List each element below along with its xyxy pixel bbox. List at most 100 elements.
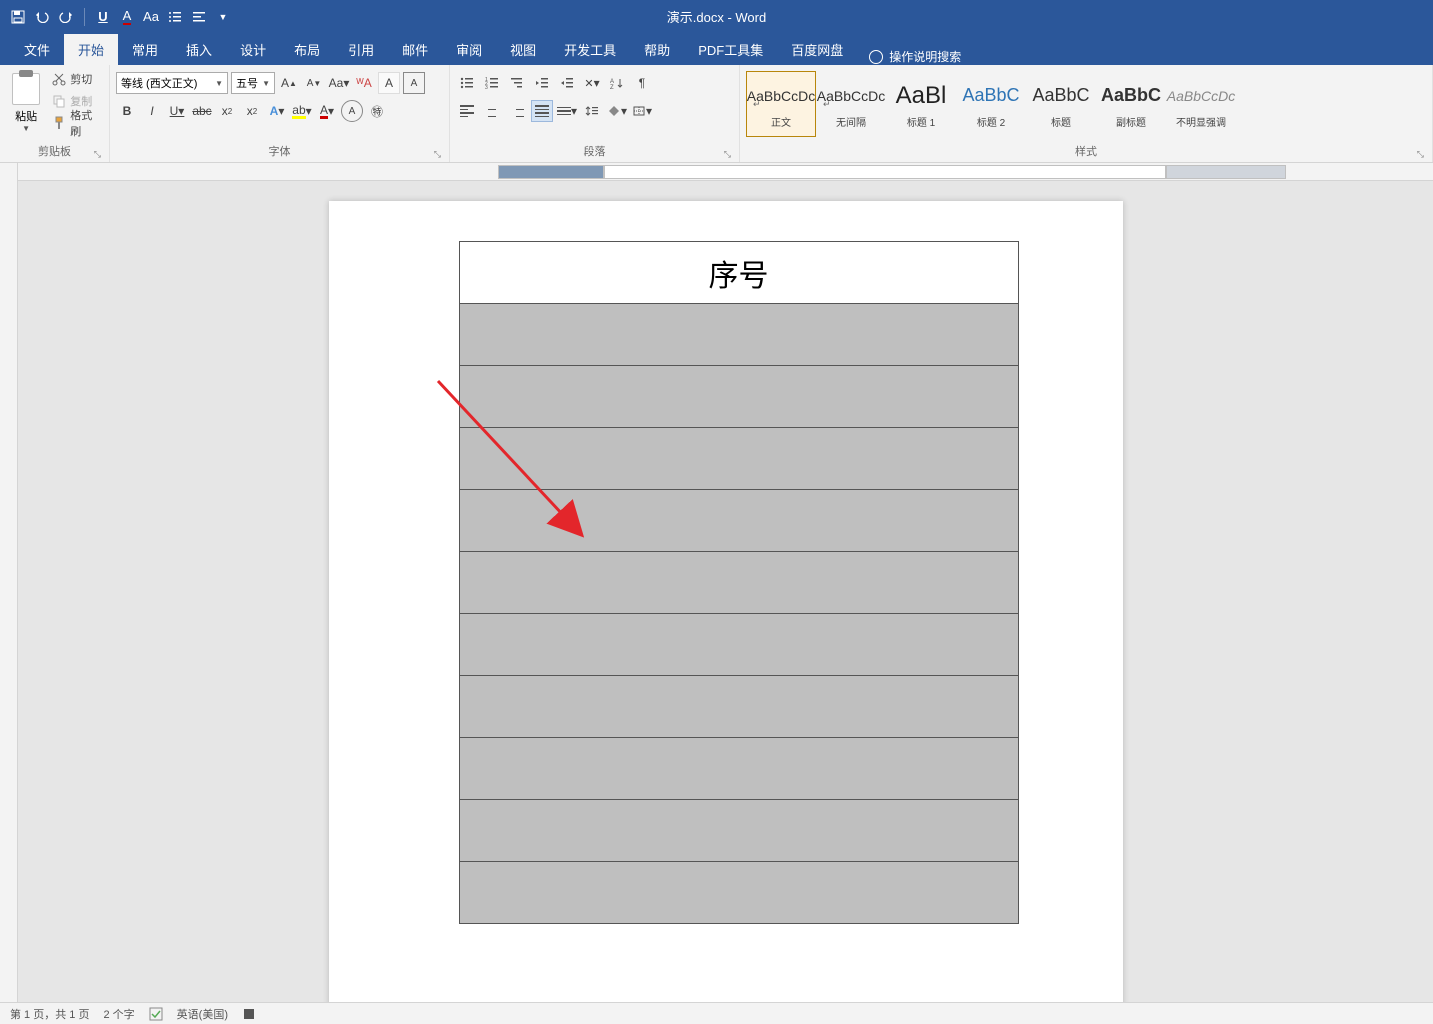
qat-list-button[interactable] (165, 7, 185, 27)
format-painter-button[interactable]: 格式刷 (50, 113, 103, 133)
underline-button[interactable]: U▾ (166, 100, 188, 122)
qat-font-color-button[interactable]: A (117, 7, 137, 27)
document-page[interactable]: 序号 (329, 201, 1123, 1002)
enclose-characters-button[interactable]: ㊕ (366, 100, 388, 122)
paragraph-launcher[interactable]: ⤡ (724, 149, 731, 160)
asian-layout-button[interactable]: ✕▾ (581, 72, 603, 94)
svg-text:Z: Z (610, 85, 614, 89)
style-subtitle[interactable]: AaBbC 副标题 (1096, 71, 1166, 137)
clipboard-group: 粘贴 ▼ 剪切 复制 (0, 65, 110, 162)
redo-button[interactable] (56, 7, 76, 27)
qat-underline-button[interactable]: U (93, 7, 113, 27)
change-case-button[interactable]: Aa▾ (328, 72, 350, 94)
table-row[interactable] (459, 862, 1018, 924)
decrease-indent-button[interactable] (531, 72, 553, 94)
tab-insert[interactable]: 插入 (172, 34, 226, 65)
clipboard-launcher[interactable]: ⤡ (94, 149, 101, 160)
styles-gallery[interactable]: ↵ AaBbCcDc 正文 ↵ AaBbCcDc 无间隔 AaBl 标题 1 A… (746, 69, 1426, 137)
character-border-button[interactable]: A (403, 72, 425, 94)
table-row[interactable] (459, 614, 1018, 676)
tell-me-search[interactable]: 操作说明搜索 (857, 48, 973, 65)
align-left-button[interactable] (456, 100, 478, 122)
page-scroll-container[interactable]: 序号 (18, 181, 1433, 1002)
table-row[interactable] (459, 490, 1018, 552)
table-row[interactable] (459, 428, 1018, 490)
align-center-button[interactable] (481, 100, 503, 122)
horizontal-ruler[interactable] (18, 163, 1433, 181)
highlight-button[interactable]: ab▾ (291, 100, 313, 122)
bullets-button[interactable] (456, 72, 478, 94)
paragraph-group-label: 段落 (584, 146, 606, 158)
font-group: 等线 (西文正文)▼ 五号▼ A▲ A▼ Aa▾ ᵂA A A B I U▾ a… (110, 65, 450, 162)
tab-home[interactable]: 开始 (64, 34, 118, 65)
numbering-button[interactable]: 123 (481, 72, 503, 94)
status-language[interactable]: 英语(美国) (177, 1006, 228, 1022)
style-heading1[interactable]: AaBl 标题 1 (886, 71, 956, 137)
table-row[interactable] (459, 738, 1018, 800)
italic-button[interactable]: I (141, 100, 163, 122)
status-proofing-icon[interactable] (149, 1007, 163, 1021)
shading-button[interactable]: ▾ (606, 100, 628, 122)
grow-font-button[interactable]: A▲ (278, 72, 300, 94)
style-normal[interactable]: ↵ AaBbCcDc 正文 (746, 71, 816, 137)
table-row[interactable] (459, 552, 1018, 614)
text-effects-button[interactable]: A▾ (266, 100, 288, 122)
font-launcher[interactable]: ⤡ (434, 149, 441, 160)
tab-baidu[interactable]: 百度网盘 (777, 34, 857, 65)
tab-layout[interactable]: 布局 (280, 34, 334, 65)
strikethrough-button[interactable]: abc (191, 100, 213, 122)
bold-button[interactable]: B (116, 100, 138, 122)
phonetic-guide-button[interactable]: ᵂA (353, 72, 375, 94)
document-table[interactable]: 序号 (459, 241, 1019, 924)
style-title[interactable]: AaBbC 标题 (1026, 71, 1096, 137)
tab-references[interactable]: 引用 (334, 34, 388, 65)
show-hide-button[interactable]: ¶ (631, 72, 653, 94)
status-words[interactable]: 2 个字 (103, 1006, 134, 1022)
status-page[interactable]: 第 1 页，共 1 页 (10, 1006, 89, 1022)
subscript-button[interactable]: x2 (216, 100, 238, 122)
table-header-cell[interactable]: 序号 (459, 242, 1018, 304)
table-row[interactable] (459, 800, 1018, 862)
tab-common[interactable]: 常用 (118, 34, 172, 65)
save-button[interactable] (8, 7, 28, 27)
sort-button[interactable]: AZ (606, 72, 628, 94)
vertical-ruler[interactable] (0, 163, 18, 1002)
style-heading2[interactable]: AaBbC 标题 2 (956, 71, 1026, 137)
tab-mailings[interactable]: 邮件 (388, 34, 442, 65)
cut-button[interactable]: 剪切 (50, 69, 103, 89)
table-row[interactable] (459, 676, 1018, 738)
undo-button[interactable] (32, 7, 52, 27)
qat-change-case-button[interactable]: Aa (141, 7, 161, 27)
style-no-spacing[interactable]: ↵ AaBbCcDc 无间隔 (816, 71, 886, 137)
tab-help[interactable]: 帮助 (630, 34, 684, 65)
shrink-font-button[interactable]: A▼ (303, 72, 325, 94)
status-macro-icon[interactable] (242, 1007, 256, 1021)
tab-file[interactable]: 文件 (10, 34, 64, 65)
line-spacing-button[interactable] (581, 100, 603, 122)
character-shading-button[interactable]: A (341, 100, 363, 122)
qat-align-button[interactable] (189, 7, 209, 27)
qat-customize-button[interactable]: ▼ (213, 7, 233, 27)
align-right-button[interactable] (506, 100, 528, 122)
justify-button[interactable] (531, 100, 553, 122)
clear-formatting-button[interactable]: A (378, 72, 400, 94)
styles-launcher[interactable]: ⤡ (1417, 149, 1424, 160)
distributed-button[interactable]: ▾ (556, 100, 578, 122)
paste-button[interactable]: 粘贴 ▼ (6, 69, 46, 140)
paintbrush-icon (52, 116, 66, 130)
tab-view[interactable]: 视图 (496, 34, 550, 65)
superscript-button[interactable]: x2 (241, 100, 263, 122)
table-row[interactable] (459, 366, 1018, 428)
borders-button[interactable]: ▾ (631, 100, 653, 122)
style-subtle-emphasis[interactable]: AaBbCcDc 不明显强调 (1166, 71, 1236, 137)
font-name-combo[interactable]: 等线 (西文正文)▼ (116, 72, 228, 94)
multilevel-list-button[interactable] (506, 72, 528, 94)
tab-review[interactable]: 审阅 (442, 34, 496, 65)
table-row[interactable] (459, 304, 1018, 366)
tab-design[interactable]: 设计 (226, 34, 280, 65)
font-size-combo[interactable]: 五号▼ (231, 72, 275, 94)
tab-pdf[interactable]: PDF工具集 (684, 34, 777, 65)
tab-developer[interactable]: 开发工具 (550, 34, 630, 65)
increase-indent-button[interactable] (556, 72, 578, 94)
font-color-button[interactable]: A▾ (316, 100, 338, 122)
